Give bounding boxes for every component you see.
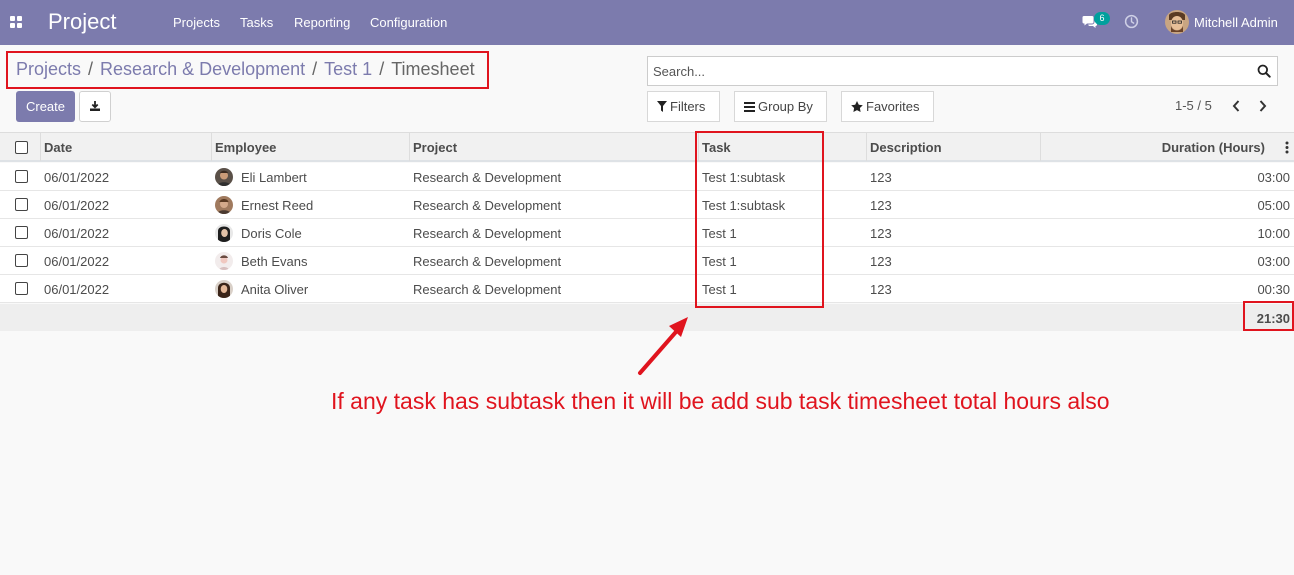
- favorites-button[interactable]: Favorites: [841, 91, 934, 122]
- cell-project: Research & Development: [413, 254, 562, 269]
- breadcrumb-research-development[interactable]: Research & Development: [100, 59, 305, 79]
- column-description[interactable]: Description: [870, 140, 942, 155]
- cell-project: Research & Development: [413, 198, 562, 213]
- user-name[interactable]: Mitchell Admin: [1194, 15, 1278, 30]
- cell-task: Test 1: [702, 254, 737, 269]
- column-duration[interactable]: Duration (Hours): [1162, 140, 1265, 155]
- search-icon[interactable]: [1257, 64, 1271, 78]
- cell-date: 06/01/2022: [44, 198, 110, 213]
- cell-duration: 00:30: [1257, 282, 1290, 297]
- download-icon: [90, 101, 100, 111]
- cell-duration: 03:00: [1257, 254, 1290, 269]
- column-task[interactable]: Task: [702, 140, 731, 155]
- search-input[interactable]: [653, 63, 1243, 80]
- employee-avatar: [215, 196, 233, 214]
- cell-employee: Ernest Reed: [241, 198, 314, 213]
- breadcrumb: Projects / Research & Development / Test 1 / T…: [16, 59, 475, 80]
- apps-icon[interactable]: [10, 16, 22, 28]
- chevron-left-icon[interactable]: [1231, 99, 1241, 113]
- cell-description: 123: [870, 226, 892, 241]
- employee-avatar: [215, 168, 233, 186]
- cell-date: 06/01/2022: [44, 254, 110, 269]
- table-row[interactable]: 06/01/2022 Doris Cole Research & Develop…: [0, 219, 1294, 247]
- breadcrumb-current: Timesheet: [391, 59, 475, 79]
- cell-employee: Anita Oliver: [241, 282, 309, 297]
- cell-employee: Eli Lambert: [241, 170, 307, 185]
- cell-employee: Doris Cole: [241, 226, 302, 241]
- breadcrumb-separator: /: [312, 59, 318, 79]
- row-checkbox[interactable]: [15, 226, 28, 239]
- cell-description: 123: [870, 198, 892, 213]
- annotation-text: If any task has subtask then it will be …: [331, 388, 1110, 414]
- employee-avatar: [215, 252, 233, 270]
- top-navbar: Project Projects Tasks Reporting Configu…: [0, 0, 1294, 45]
- menu-tasks[interactable]: Tasks: [240, 15, 273, 30]
- select-all-checkbox[interactable]: [15, 141, 28, 154]
- search-bar: [647, 56, 1278, 86]
- user-avatar[interactable]: [1165, 10, 1189, 34]
- download-button[interactable]: [79, 91, 111, 122]
- breadcrumb-projects[interactable]: Projects: [16, 59, 81, 79]
- cell-project: Research & Development: [413, 282, 562, 297]
- list-icon: [744, 102, 755, 112]
- messages-badge: 6: [1094, 12, 1110, 25]
- cell-task: Test 1: [702, 226, 737, 241]
- table-row[interactable]: 06/01/2022 Ernest Reed Research & Develo…: [0, 191, 1294, 219]
- filters-label: Filters: [670, 99, 706, 114]
- cell-duration: 05:00: [1257, 198, 1290, 213]
- total-duration: 21:30: [1256, 311, 1290, 326]
- cell-description: 123: [870, 170, 892, 185]
- cell-project: Research & Development: [413, 226, 562, 241]
- employee-avatar: [215, 280, 233, 298]
- app-title[interactable]: Project: [48, 9, 116, 35]
- menu-reporting[interactable]: Reporting: [294, 15, 350, 30]
- table-row[interactable]: 06/01/2022 Anita Oliver Research & Devel…: [0, 275, 1294, 303]
- cell-date: 06/01/2022: [44, 170, 110, 185]
- group-by-button[interactable]: Group By: [734, 91, 827, 122]
- column-date[interactable]: Date: [44, 140, 72, 155]
- row-checkbox[interactable]: [15, 254, 28, 267]
- table-row[interactable]: 06/01/2022 Eli Lambert Research & Develo…: [0, 163, 1294, 191]
- breadcrumb-test-1[interactable]: Test 1: [324, 59, 372, 79]
- row-checkbox[interactable]: [15, 198, 28, 211]
- cell-task: Test 1:subtask: [702, 198, 786, 213]
- cell-duration: 03:00: [1257, 170, 1290, 185]
- clock-icon[interactable]: [1124, 14, 1139, 29]
- favorites-label: Favorites: [866, 99, 920, 114]
- create-button[interactable]: Create: [16, 91, 75, 122]
- annotation-arrow-icon: [638, 317, 688, 375]
- menu-configuration[interactable]: Configuration: [370, 15, 447, 30]
- menu-projects[interactable]: Projects: [173, 15, 220, 30]
- column-project[interactable]: Project: [413, 140, 457, 155]
- column-employee[interactable]: Employee: [215, 140, 276, 155]
- column-options-icon[interactable]: [1285, 141, 1289, 154]
- cell-date: 06/01/2022: [44, 282, 110, 297]
- cell-task: Test 1:subtask: [702, 170, 786, 185]
- filters-button[interactable]: Filters: [647, 91, 720, 122]
- cell-employee: Beth Evans: [241, 254, 308, 269]
- filter-icon: [657, 101, 667, 112]
- cell-project: Research & Development: [413, 170, 562, 185]
- cell-description: 123: [870, 282, 892, 297]
- chevron-right-icon[interactable]: [1258, 99, 1268, 113]
- row-checkbox[interactable]: [15, 282, 28, 295]
- star-icon: [851, 101, 863, 112]
- employee-avatar: [215, 224, 233, 242]
- breadcrumb-separator: /: [379, 59, 385, 79]
- table-row[interactable]: 06/01/2022 Beth Evans Research & Develop…: [0, 247, 1294, 275]
- cell-task: Test 1: [702, 282, 737, 297]
- pager-value[interactable]: 1-5 / 5: [1175, 98, 1212, 113]
- group-by-label: Group By: [758, 99, 813, 114]
- breadcrumb-separator: /: [88, 59, 94, 79]
- cell-date: 06/01/2022: [44, 226, 110, 241]
- cell-duration: 10:00: [1257, 226, 1290, 241]
- row-checkbox[interactable]: [15, 170, 28, 183]
- table-header: Date Employee Project Task Description D…: [0, 132, 1294, 162]
- cell-description: 123: [870, 254, 892, 269]
